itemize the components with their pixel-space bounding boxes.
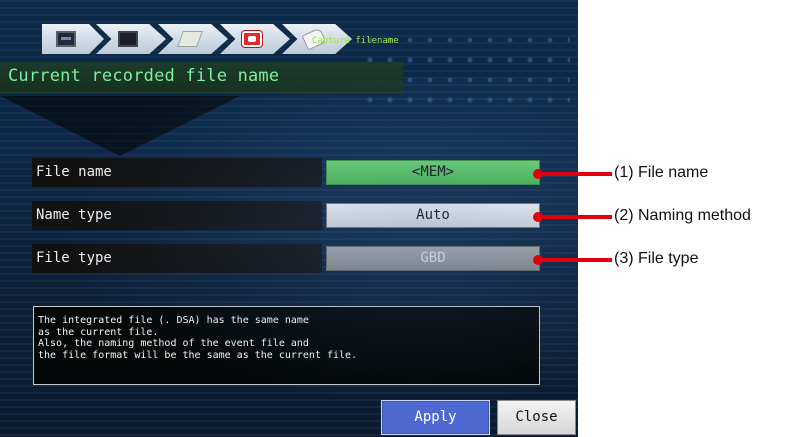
page-title: Current recorded file name xyxy=(8,66,280,86)
callout-1-line xyxy=(538,172,612,176)
name-type-value[interactable]: Auto xyxy=(326,203,540,228)
callout-3-line xyxy=(538,258,612,262)
device-screen: Capture filename Current recorded file n… xyxy=(0,0,578,437)
note-line: Also, the naming method of the event fil… xyxy=(38,338,309,349)
title-bar: Current recorded file name xyxy=(0,62,403,93)
monitor-icon xyxy=(56,31,76,47)
close-button[interactable]: Close xyxy=(497,400,576,435)
manual-figure: Capture filename Current recorded file n… xyxy=(0,0,802,437)
apply-button[interactable]: Apply xyxy=(381,400,490,435)
step-monitor[interactable] xyxy=(42,24,104,54)
file-type-value[interactable]: GBD xyxy=(326,246,540,271)
record-icon xyxy=(242,31,262,47)
file-type-label: File type xyxy=(32,244,322,273)
note-line: The integrated file (. DSA) has the same… xyxy=(38,315,309,326)
note-line: the file format will be the same as the … xyxy=(38,349,358,361)
step-scan[interactable] xyxy=(158,24,228,54)
note-line: as the current file. xyxy=(38,326,159,338)
callout-file-name: (1) File name xyxy=(614,164,709,181)
scan-icon xyxy=(177,31,203,47)
step-screen[interactable] xyxy=(96,24,166,54)
step-caption: Capture filename xyxy=(312,36,399,46)
callout-naming-method: (2) Naming method xyxy=(614,207,751,224)
callout-file-type: (3) File type xyxy=(614,250,699,267)
step-record[interactable] xyxy=(220,24,290,54)
callout-2-line xyxy=(538,215,612,219)
info-note: The integrated file (. DSA) has the same… xyxy=(33,306,540,385)
file-name-label: File name xyxy=(32,158,322,187)
screen-icon xyxy=(118,31,138,47)
name-type-label: Name type xyxy=(32,201,322,230)
file-name-value[interactable]: <MEM> xyxy=(326,160,540,185)
background-wedge xyxy=(0,96,240,156)
